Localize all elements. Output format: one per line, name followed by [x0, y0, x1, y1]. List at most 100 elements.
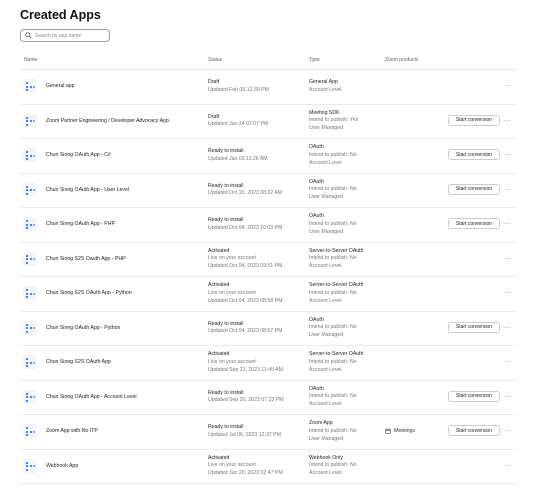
- table-row[interactable]: Chun Siong OAuth App - User Level Ready t…: [20, 174, 517, 208]
- status-cell: Ready to install Updated Oct 04, 2023 10:…: [208, 208, 282, 242]
- status-cell: Ready to install Updated Oct 10, 2023 08:…: [208, 174, 282, 208]
- type-detail: Intend to publish: No: [309, 427, 357, 434]
- type-label: Meeting SDK: [309, 109, 340, 116]
- type-label: Zoom App: [309, 420, 333, 427]
- status-cell: Activated Live on your account Updated Oct…: [208, 243, 282, 277]
- app-name-link[interactable]: Webhook App: [46, 463, 78, 469]
- more-options-icon[interactable]: ···: [504, 463, 511, 469]
- type-label: OAuth: [309, 178, 324, 185]
- app-name-link[interactable]: Zoom Partner Engineering / Developer Adv…: [46, 118, 169, 124]
- app-icon: [23, 148, 37, 162]
- table-row[interactable]: Zoom Partner Engineering / Developer Adv…: [20, 105, 517, 139]
- type-detail: Intend to publish: Yes: [309, 117, 359, 124]
- app-name-link[interactable]: Chun Siong OAuth App - Python: [46, 325, 120, 331]
- table-row[interactable]: Zoom App with No ITP Ready to install Upda…: [20, 415, 517, 450]
- more-options-icon[interactable]: ···: [504, 118, 511, 124]
- type-label: Server-to-Server OAuth: [309, 282, 364, 289]
- created-apps-page: Created Apps Name Status Type Zoom produ…: [0, 0, 538, 500]
- start-conversion-button[interactable]: Start conversion: [448, 149, 500, 160]
- status-cell: Ready to install Updated Jul 06, 2023 12:…: [208, 415, 281, 449]
- search-input[interactable]: [35, 32, 105, 39]
- start-conversion-button[interactable]: Start conversion: [448, 183, 500, 195]
- more-options-icon[interactable]: ···: [504, 359, 511, 365]
- app-name-link[interactable]: Chun Siong S2S Oauth App - PHP: [46, 256, 126, 262]
- type-cell: OAuth Intend to publish: No User Managed: [309, 312, 357, 346]
- status-label: Ready to install: [208, 424, 244, 431]
- status-detail: Updated Oct 04, 2023 08:58 PM: [208, 297, 283, 304]
- zoom-products-cell: Meetings: [385, 428, 415, 434]
- type-label: OAuth: [309, 316, 324, 323]
- search-box[interactable]: [20, 29, 110, 42]
- app-name-link[interactable]: Zoom App with No ITP: [46, 428, 98, 434]
- table-row[interactable]: Chun Siong OAuth App - Python Ready to in…: [20, 312, 517, 346]
- table-row[interactable]: Chun Siong S2S OAuth App - Python Activat…: [20, 277, 517, 312]
- type-cell: General App Account Level: [309, 70, 342, 104]
- app-icon: [23, 424, 37, 438]
- app-icon: [23, 286, 37, 300]
- status-cell: Ready to install Updated Oct 04, 2023 08:…: [208, 312, 282, 346]
- header-name: Name: [24, 57, 38, 63]
- type-detail: Account Level: [309, 401, 342, 408]
- type-detail: Account Level: [309, 159, 342, 166]
- type-cell: OAuth Intend to publish: No User Managed: [309, 174, 357, 208]
- type-detail: Account Level: [309, 297, 342, 304]
- more-options-icon[interactable]: ···: [504, 256, 511, 262]
- app-name-link[interactable]: General app: [46, 83, 75, 89]
- app-name-link[interactable]: Chun Siong OAuth App - Account Level: [46, 394, 137, 400]
- table-row[interactable]: General app Draft Updated Feb 05 12:39 PM G…: [20, 70, 517, 105]
- table-row[interactable]: Webhook App Activated Live on your account…: [20, 450, 517, 484]
- status-detail: Live on your account: [208, 255, 256, 262]
- status-label: Activated: [208, 454, 230, 461]
- more-options-icon[interactable]: ···: [504, 221, 511, 227]
- status-label: Draft: [208, 113, 220, 120]
- type-detail: Intend to publish: No: [309, 324, 357, 331]
- more-options-icon[interactable]: ···: [504, 428, 511, 434]
- more-options-icon[interactable]: ···: [504, 83, 511, 89]
- page-title: Created Apps: [20, 8, 101, 22]
- status-cell: Draft Updated Jan 24 02:07 PM: [208, 105, 268, 139]
- status-detail: Updated Oct 04, 2023 08:57 PM: [208, 328, 283, 335]
- type-label: OAuth: [309, 213, 324, 220]
- status-label: Ready to install: [208, 217, 244, 224]
- header-type: Type: [309, 57, 320, 63]
- more-options-icon[interactable]: ···: [504, 325, 511, 331]
- start-conversion-button[interactable]: Start conversion: [448, 390, 500, 402]
- type-detail: Intend to publish: No: [309, 220, 357, 227]
- app-name-link[interactable]: Chun Siong OAuth App - User Level: [46, 187, 129, 193]
- type-label: Webhook Only: [309, 454, 343, 461]
- type-label: Server-to-Server OAuth: [309, 351, 364, 358]
- type-cell: Webhook Only Intend to publish: No Account…: [309, 450, 357, 484]
- table-row[interactable]: Chun Siong OAuth App - PHP Ready to insta…: [20, 208, 517, 243]
- app-name-link[interactable]: Chun Siong S2S OAuth App - Python: [46, 290, 132, 296]
- more-options-icon[interactable]: ···: [504, 152, 511, 158]
- status-label: Draft: [208, 79, 220, 86]
- start-conversion-button[interactable]: Start conversion: [448, 321, 500, 333]
- app-name-link[interactable]: Chun Siong OAuth App - PHP: [46, 221, 115, 227]
- type-label: Server-to-Server OAuth: [309, 247, 364, 254]
- app-icon: [23, 113, 37, 128]
- table-row[interactable]: Chun Siong OAuth App - C# Ready to instal…: [20, 139, 517, 174]
- table-row[interactable]: Chun Siong S2S OAuth App Activated Live on…: [20, 346, 517, 381]
- status-detail: Live on your account: [208, 462, 256, 469]
- table-row[interactable]: Chun Siong S2S Oauth App - PHP Activated L…: [20, 243, 517, 277]
- type-detail: Account Level: [309, 366, 342, 373]
- more-options-icon[interactable]: ···: [504, 290, 511, 296]
- status-label: Activated: [208, 282, 230, 289]
- start-conversion-button[interactable]: Start conversion: [448, 218, 500, 229]
- app-icon: [23, 251, 37, 266]
- status-label: Ready to install: [208, 182, 244, 189]
- start-conversion-button[interactable]: Start conversion: [448, 425, 500, 436]
- app-name-link[interactable]: Chun Siong S2S OAuth App: [46, 359, 111, 365]
- type-detail: Intend to publish: No: [309, 289, 357, 296]
- start-conversion-button[interactable]: Start conversion: [448, 114, 500, 126]
- status-label: Ready to install: [208, 320, 244, 327]
- status-detail: Updated Oct 10, 2023 08:32 AM: [208, 190, 283, 197]
- table-row[interactable]: Chun Siong OAuth App - Account Level Read…: [20, 381, 517, 415]
- status-label: Ready to install: [208, 148, 244, 155]
- app-name-link[interactable]: Chun Siong OAuth App - C#: [46, 152, 111, 158]
- calendar-icon: [385, 428, 391, 434]
- status-detail: Updated Jun 20, 2023 02:47 PM: [208, 470, 283, 477]
- more-options-icon[interactable]: ···: [504, 187, 511, 193]
- app-icon: [23, 458, 37, 473]
- more-options-icon[interactable]: ···: [504, 394, 511, 400]
